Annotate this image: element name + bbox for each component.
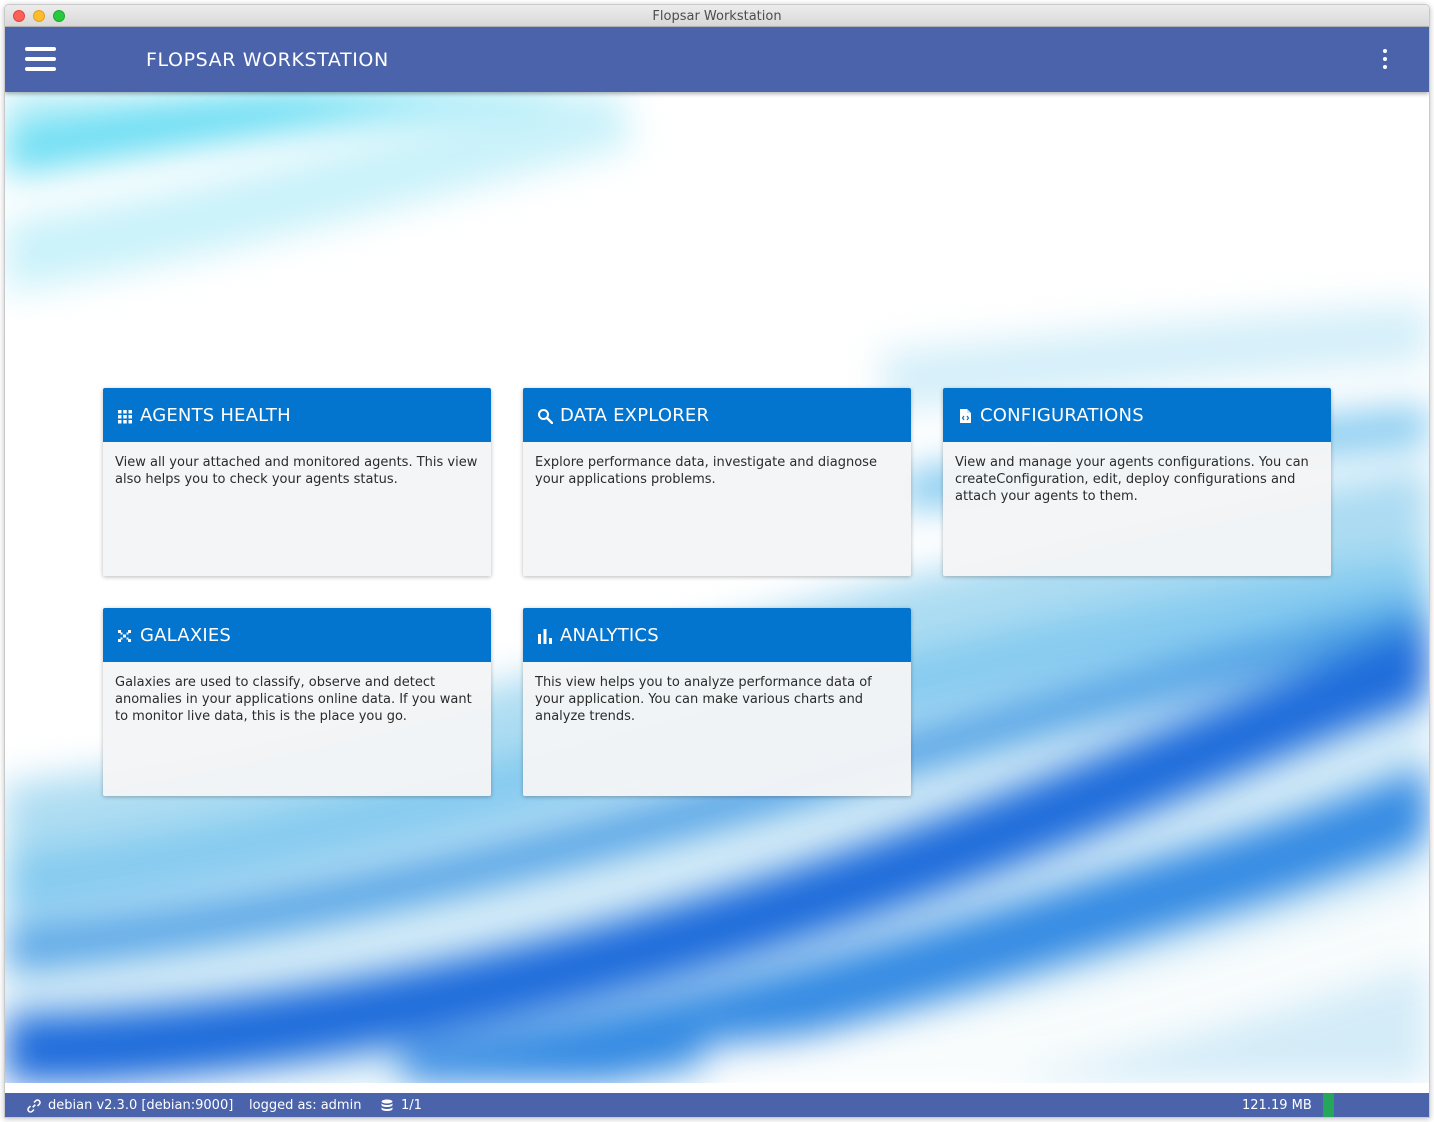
card-description: Explore performance data, investigate an… <box>535 455 877 487</box>
card-galaxies[interactable]: GALAXIES Galaxies are used to classify, … <box>103 608 491 796</box>
card-title: CONFIGURATIONS <box>980 405 1144 426</box>
app-bar: FLOPSAR WORKSTATION <box>5 27 1429 92</box>
card-title: DATA EXPLORER <box>560 405 710 426</box>
card-header: AGENTS HEALTH <box>103 388 491 442</box>
menu-icon[interactable] <box>25 47 56 71</box>
card-header: DATA EXPLORER <box>523 388 911 442</box>
card-configurations[interactable]: CONFIGURATIONS View and manage your agen… <box>943 388 1331 576</box>
card-title: AGENTS HEALTH <box>140 405 291 426</box>
database-count: 1/1 <box>401 1098 422 1113</box>
search-icon <box>538 409 553 424</box>
memory-indicator <box>1323 1093 1334 1117</box>
card-title: ANALYTICS <box>560 625 659 646</box>
bar-chart-icon <box>538 629 552 644</box>
memory-usage: 121.19 MB <box>1242 1098 1312 1113</box>
more-options-icon[interactable] <box>1379 49 1391 71</box>
card-description: View all your attached and monitored age… <box>115 455 478 487</box>
code-file-icon <box>960 409 971 423</box>
card-analytics[interactable]: ANALYTICS This view helps you to analyze… <box>523 608 911 796</box>
card-header: ANALYTICS <box>523 608 911 662</box>
grid-icon <box>118 410 132 424</box>
card-data-explorer[interactable]: DATA EXPLORER Explore performance data, … <box>523 388 911 576</box>
card-description: View and manage your agents configuratio… <box>955 455 1309 504</box>
status-bar: debian v2.3.0 [debian:9000] logged as: a… <box>5 1093 1429 1117</box>
scatter-icon <box>118 630 131 642</box>
app-title: FLOPSAR WORKSTATION <box>146 49 389 71</box>
card-description: Galaxies are used to classify, observe a… <box>115 675 472 724</box>
card-agents-health[interactable]: AGENTS HEALTH View all your attached and… <box>103 388 491 576</box>
window-titlebar: Flopsar Workstation <box>5 5 1429 27</box>
card-header: GALAXIES <box>103 608 491 662</box>
card-title: GALAXIES <box>140 625 232 646</box>
link-icon <box>27 1099 41 1113</box>
card-header: CONFIGURATIONS <box>943 388 1331 442</box>
background-wave-image <box>5 92 1429 1083</box>
card-description: This view helps you to analyze performan… <box>535 675 872 724</box>
app-window: Flopsar Workstation FLOPSAR WORKSTATION <box>4 4 1430 1118</box>
main-content: AGENTS HEALTH View all your attached and… <box>5 92 1429 1083</box>
database-icon <box>381 1099 393 1111</box>
connection-status: debian v2.3.0 [debian:9000] <box>48 1098 234 1113</box>
window-title: Flopsar Workstation <box>652 9 782 24</box>
logged-user: logged as: admin <box>249 1098 362 1113</box>
